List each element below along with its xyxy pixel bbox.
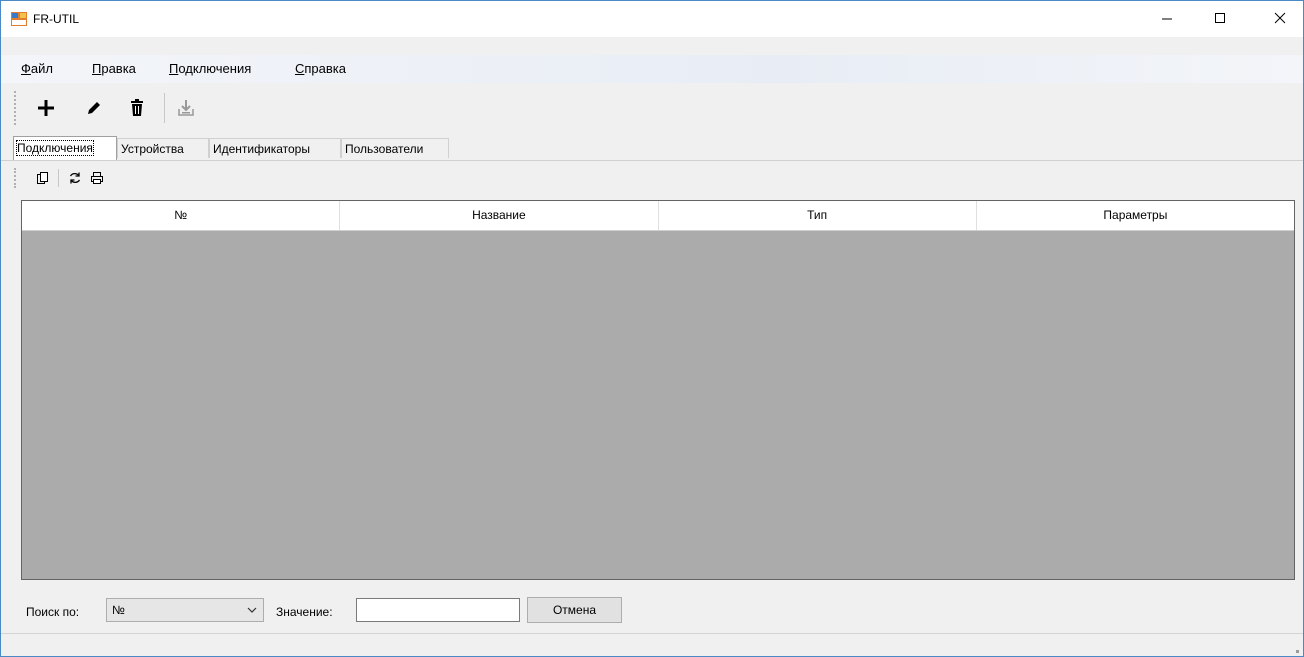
toolbar-grip[interactable] [14, 168, 18, 188]
refresh-button[interactable] [65, 168, 85, 188]
add-icon [38, 100, 54, 116]
print-button[interactable] [87, 168, 107, 188]
app-icon [11, 12, 27, 26]
column-header-number[interactable]: № [22, 201, 341, 230]
window-title: FR-UTIL [33, 12, 79, 26]
search-field-value: № [112, 603, 125, 617]
tab-strip: Подключения Устройства Идентификаторы По… [1, 136, 1303, 160]
menu-help[interactable]: Справка [295, 61, 346, 76]
delete-trash-icon [131, 99, 143, 116]
app-window: FR-UTIL Файл Правка Подключения Справка [0, 0, 1304, 657]
menu-connections[interactable]: Подключения [169, 61, 251, 76]
tab-label: Пользователи [345, 142, 424, 156]
minimize-icon [1162, 18, 1172, 20]
add-button[interactable] [33, 95, 59, 121]
toolbar-separator [58, 169, 59, 187]
tab-panel-border [1, 160, 1303, 161]
column-header-parameters[interactable]: Параметры [977, 201, 1294, 230]
edit-pencil-icon [88, 102, 100, 114]
import-button[interactable] [173, 95, 199, 121]
main-toolbar [1, 87, 1303, 131]
tab-connections[interactable]: Подключения [13, 136, 117, 160]
tab-label: Устройства [121, 142, 184, 156]
close-icon [1274, 12, 1286, 24]
delete-button[interactable] [124, 95, 150, 121]
grid-toolbar [9, 164, 1303, 194]
copy-icon [37, 172, 48, 184]
menu-file[interactable]: Файл [21, 61, 53, 76]
value-label: Значение: [276, 605, 333, 619]
tab-devices[interactable]: Устройства [117, 138, 209, 158]
maximize-button[interactable] [1197, 1, 1243, 35]
import-download-icon [178, 100, 194, 116]
column-header-name[interactable]: Название [340, 201, 659, 230]
chevron-down-icon [247, 607, 257, 613]
resize-grip[interactable] [1296, 650, 1299, 653]
tab-label: Идентификаторы [213, 142, 310, 156]
tab-identifiers[interactable]: Идентификаторы [209, 138, 341, 158]
title-bar: FR-UTIL [1, 1, 1303, 37]
cancel-button[interactable]: Отмена [527, 597, 622, 623]
tab-label: Подключения [16, 140, 94, 156]
toolbar-separator [164, 93, 165, 123]
search-value-input[interactable] [356, 598, 520, 622]
status-bar [1, 633, 1303, 656]
menu-edit[interactable]: Правка [92, 61, 136, 76]
close-button[interactable] [1257, 1, 1303, 35]
print-icon [91, 172, 103, 184]
menu-bar: Файл Правка Подключения Справка [1, 55, 1303, 83]
connections-grid[interactable]: № Название Тип Параметры [21, 200, 1295, 580]
column-header-type[interactable]: Тип [659, 201, 977, 230]
toolbar-grip[interactable] [14, 91, 18, 125]
minimize-button[interactable] [1144, 1, 1190, 35]
refresh-icon [69, 172, 81, 184]
maximize-icon [1215, 13, 1225, 23]
tab-users[interactable]: Пользователи [341, 138, 449, 158]
edit-button[interactable] [81, 95, 107, 121]
copy-button[interactable] [33, 168, 53, 188]
search-field-select[interactable]: № [106, 598, 264, 622]
search-by-label: Поиск по: [26, 605, 80, 619]
grid-header: № Название Тип Параметры [22, 201, 1294, 231]
